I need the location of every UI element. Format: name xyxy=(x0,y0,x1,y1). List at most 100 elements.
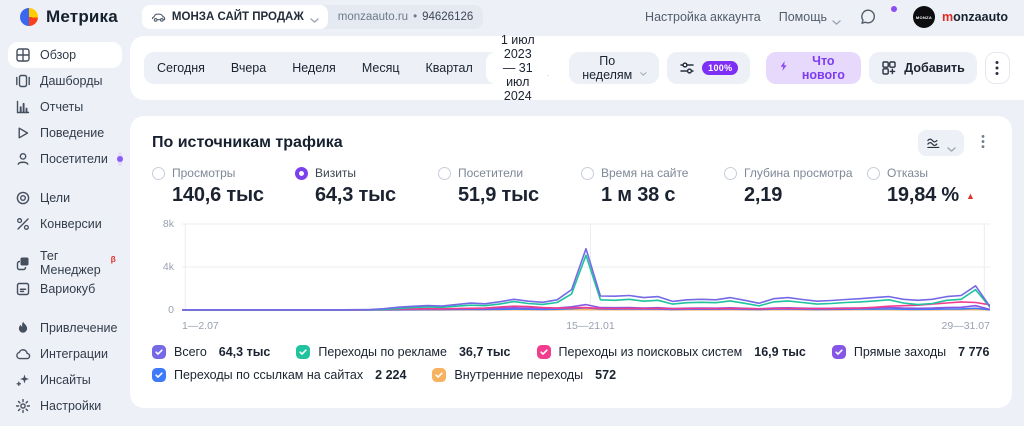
date-preset-2[interactable]: Неделя xyxy=(279,52,349,84)
radio-unselected-icon[interactable] xyxy=(867,166,880,180)
integrations-icon xyxy=(15,346,31,362)
metric-value: 1 м 38 с xyxy=(601,184,724,207)
line-chart-type-icon xyxy=(926,136,941,151)
chat-icon[interactable] xyxy=(859,8,877,26)
sidebar-item-label: Интеграции xyxy=(40,347,109,361)
sidebar-group: Цели Конверсии xyxy=(8,185,122,237)
help-menu[interactable]: Помощь xyxy=(778,10,841,25)
sidebar-item-insights[interactable]: Инсайты xyxy=(8,367,122,393)
sidebar-item-label: Тег Менеджер xyxy=(40,249,101,277)
metric-value-text: 51,9 тыс xyxy=(458,184,539,206)
sidebar-item-overview[interactable]: Обзор xyxy=(8,42,122,68)
sidebar-item-label: Настройки xyxy=(40,399,102,413)
overview-icon xyxy=(15,47,31,63)
trend-up-icon: ▲ xyxy=(966,190,975,201)
metric-value-text: 2,19 xyxy=(744,184,783,206)
sidebar-item-settings[interactable]: Настройки xyxy=(8,393,122,419)
sidebar-item-attraction[interactable]: Привлечение xyxy=(8,315,122,341)
metric-tab[interactable]: Глубина просмотра 2,19 xyxy=(724,166,867,207)
kebab-menu-icon xyxy=(995,60,999,76)
metric-label: Посетители xyxy=(458,166,524,180)
legend-item[interactable]: Переходы из поисковых систем 16,9 тыс xyxy=(536,345,806,359)
add-widget-button[interactable]: Добавить xyxy=(869,52,977,84)
sidebar-item-goals[interactable]: Цели xyxy=(8,185,122,211)
line-chart[interactable] xyxy=(182,220,990,316)
toolbar-kebab-menu[interactable] xyxy=(984,52,1010,84)
metrics-row: Просмотры 140,6 тыс Визиты 64,3 тыс Посетите… xyxy=(152,166,990,207)
checkbox-checked-icon[interactable] xyxy=(432,368,447,382)
tag-manager-icon xyxy=(15,255,31,271)
add-widget-icon xyxy=(881,60,897,76)
granularity-select[interactable]: По неделям xyxy=(569,52,660,84)
metric-tab[interactable]: Посетители 51,9 тыс xyxy=(438,166,581,207)
traffic-sources-card: По источникам трафика Просмотры 140,6 тыс… xyxy=(130,116,1012,408)
checkbox-checked-icon[interactable] xyxy=(152,368,166,382)
account-settings-link[interactable]: Настройка аккаунта xyxy=(645,10,761,24)
sidebar-item-behavior[interactable]: Поведение xyxy=(8,120,122,146)
radio-unselected-icon[interactable] xyxy=(724,166,737,180)
date-preset-0[interactable]: Сегодня xyxy=(144,52,218,84)
sampling-button[interactable]: 100% xyxy=(667,52,751,84)
legend-item[interactable]: Переходы по рекламе 36,7 тыс xyxy=(296,345,511,359)
sidebar-item-label: Посетители xyxy=(40,152,108,166)
legend-label: Переходы по рекламе xyxy=(318,345,447,359)
metric-header: Глубина просмотра xyxy=(724,166,867,180)
sidebar-item-conversions[interactable]: Конверсии xyxy=(8,211,122,237)
app-root: Метрика МОНЗА САЙТ ПРОДАЖ monzaauto.ru •… xyxy=(0,0,1024,426)
date-range-picker[interactable]: 1 июл 2023 — 31 июл 2024 xyxy=(485,33,562,103)
y-tick-label: 4k xyxy=(162,261,174,273)
sidebar-item-integrations[interactable]: Интеграции xyxy=(8,341,122,367)
counter-name-button[interactable]: МОНЗА САЙТ ПРОДАЖ xyxy=(141,5,328,29)
user-menu[interactable]: MONZA monzaauto xyxy=(913,6,1008,28)
kebab-menu-icon xyxy=(981,134,985,152)
radio-unselected-icon[interactable] xyxy=(581,166,594,180)
date-preset-3[interactable]: Месяц xyxy=(349,52,413,84)
chevron-down-icon xyxy=(310,14,319,23)
checkbox-checked-icon[interactable] xyxy=(296,345,311,359)
metric-tab[interactable]: Просмотры 140,6 тыс xyxy=(152,166,295,207)
sidebar-item-variocube[interactable]: Вариокуб xyxy=(8,276,122,302)
goals-icon xyxy=(15,190,31,206)
counter-id: 94626126 xyxy=(422,11,474,23)
sidebar-item-reports[interactable]: Отчеты xyxy=(8,94,122,120)
radio-unselected-icon[interactable] xyxy=(438,166,451,180)
metric-selected-tab[interactable]: Визиты 64,3 тыс xyxy=(295,166,438,207)
metric-value: 140,6 тыс xyxy=(172,184,295,207)
checkbox-checked-icon[interactable] xyxy=(152,345,166,359)
sidebar-item-dashboards[interactable]: Дашборды xyxy=(8,68,122,94)
sidebar-item-tag-manager[interactable]: Тег Менеджер β xyxy=(8,249,122,277)
date-preset-1[interactable]: Вчера xyxy=(218,52,279,84)
radio-selected-icon[interactable] xyxy=(295,166,308,180)
metric-header: Визиты xyxy=(295,166,438,180)
whats-new-label: Что нового xyxy=(801,54,845,82)
sidebar-item-visitors[interactable]: Посетители xyxy=(8,146,123,172)
checkbox-checked-icon[interactable] xyxy=(536,345,551,359)
checkbox-checked-icon[interactable] xyxy=(831,345,846,359)
legend-item[interactable]: Всего 64,3 тыс xyxy=(152,345,270,359)
help-label: Помощь xyxy=(778,10,828,24)
legend-item[interactable]: Переходы по ссылкам на сайтах 2 224 xyxy=(152,368,406,382)
counter-meta[interactable]: monzaauto.ru • 94626126 xyxy=(328,11,484,23)
legend-label: Прямые заходы xyxy=(853,345,947,359)
metric-value-text: 1 м 38 с xyxy=(601,184,676,206)
metric-value-text: 64,3 тыс xyxy=(315,184,396,206)
metric-label: Отказы xyxy=(887,166,929,180)
metrika-logo[interactable]: Метрика xyxy=(20,7,118,27)
whats-new-button[interactable]: Что нового xyxy=(766,52,862,84)
legend-value: 16,9 тыс xyxy=(754,345,806,359)
card-controls xyxy=(918,130,990,156)
metric-tab[interactable]: Время на сайте 1 м 38 с xyxy=(581,166,724,207)
metric-label: Просмотры xyxy=(172,166,236,180)
metric-label: Глубина просмотра xyxy=(744,166,853,180)
legend-value: 64,3 тыс xyxy=(218,345,271,359)
date-preset-4[interactable]: Квартал xyxy=(413,52,486,84)
sidebar-item-label: Обзор xyxy=(40,48,77,62)
chart-type-button[interactable] xyxy=(918,130,964,156)
metric-tab[interactable]: Отказы 19,84 % ▲ xyxy=(867,166,975,207)
legend-item[interactable]: Внутренние переходы 572 xyxy=(432,368,616,382)
card-kebab-menu[interactable] xyxy=(976,134,990,152)
toolbar: Сегодня Вчера Неделя Месяц Квартал 1 июл 202… xyxy=(130,33,1024,103)
settings-icon xyxy=(15,398,31,414)
radio-unselected-icon[interactable] xyxy=(152,166,165,180)
legend-item[interactable]: Прямые заходы 7 776 xyxy=(831,345,989,359)
